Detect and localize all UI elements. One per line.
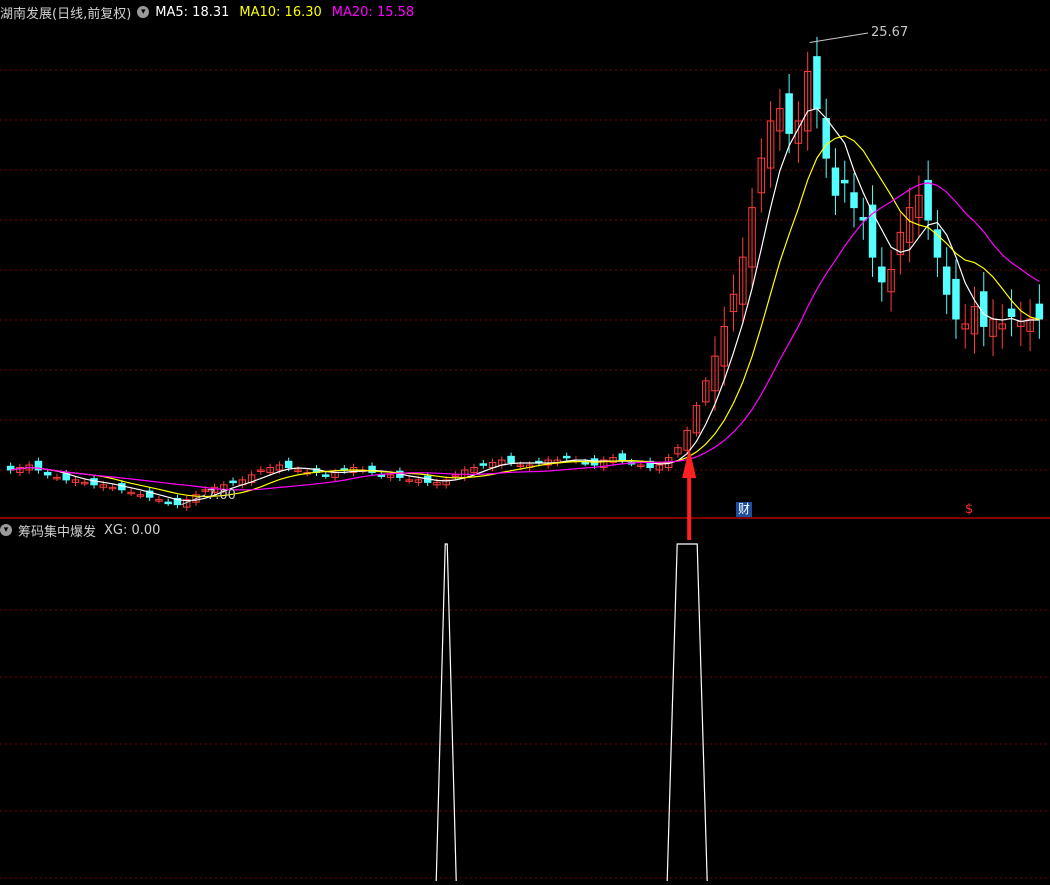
chart-window[interactable] xyxy=(0,0,1050,882)
main-panel-header: 湖南发展(日线,前复权) ▾ MA5: 18.31 MA10: 16.30 MA… xyxy=(0,1,414,23)
candle-body xyxy=(980,291,988,327)
candle-body xyxy=(831,167,840,196)
candle-body xyxy=(284,460,293,468)
candle-body xyxy=(164,501,172,505)
ma20-label: MA20: 15.58 xyxy=(331,4,415,20)
candle-body xyxy=(952,278,960,320)
candle-body xyxy=(924,179,932,221)
candle-body xyxy=(229,480,237,484)
sub-panel-header: ▾ 筹码集中爆发 XG: 0.00 xyxy=(0,519,160,541)
ma10-line xyxy=(10,135,1040,498)
candle-body xyxy=(933,229,942,258)
xg-label: XG: 0.00 xyxy=(104,522,161,538)
candle-body xyxy=(1007,308,1016,318)
candle-body xyxy=(878,266,886,283)
candle-body xyxy=(43,471,52,476)
finance-badge[interactable]: 财 xyxy=(736,502,753,517)
ma5-line xyxy=(10,107,1040,502)
ma5-label: MA5: 18.31 xyxy=(155,4,230,20)
candle-body xyxy=(850,192,858,209)
candlestick-chart[interactable] xyxy=(0,0,1050,882)
candle-body xyxy=(618,453,627,461)
candle-body xyxy=(377,474,386,477)
stock-title: 湖南发展(日线,前复权) xyxy=(0,6,132,22)
dividend-badge[interactable]: $ xyxy=(965,502,973,517)
ma20-line xyxy=(10,182,1040,491)
candle-body xyxy=(479,463,488,466)
gear-icon[interactable]: ▾ xyxy=(137,6,150,18)
candle-body xyxy=(321,474,330,477)
high-price-annotation: 25.67 xyxy=(871,25,909,40)
gear-icon[interactable]: ▾ xyxy=(0,524,12,536)
candle-body xyxy=(785,93,793,134)
signal-arrow xyxy=(682,448,697,540)
candle-body xyxy=(507,455,515,464)
ma10-label: MA10: 16.30 xyxy=(239,4,322,20)
candle-body xyxy=(942,266,951,295)
candle-body xyxy=(813,56,821,110)
low-price-annotation: 7.00 xyxy=(207,488,236,503)
candle-body xyxy=(562,455,571,459)
high-leader xyxy=(809,32,869,44)
candle-body xyxy=(840,179,849,184)
xg-signal-spike xyxy=(666,543,708,882)
candle-body xyxy=(581,462,589,465)
xg-signal-spike xyxy=(435,543,457,882)
candle-body xyxy=(1035,303,1044,320)
candle-body xyxy=(822,118,830,159)
indicator-title: 筹码集中爆发 xyxy=(18,524,97,540)
